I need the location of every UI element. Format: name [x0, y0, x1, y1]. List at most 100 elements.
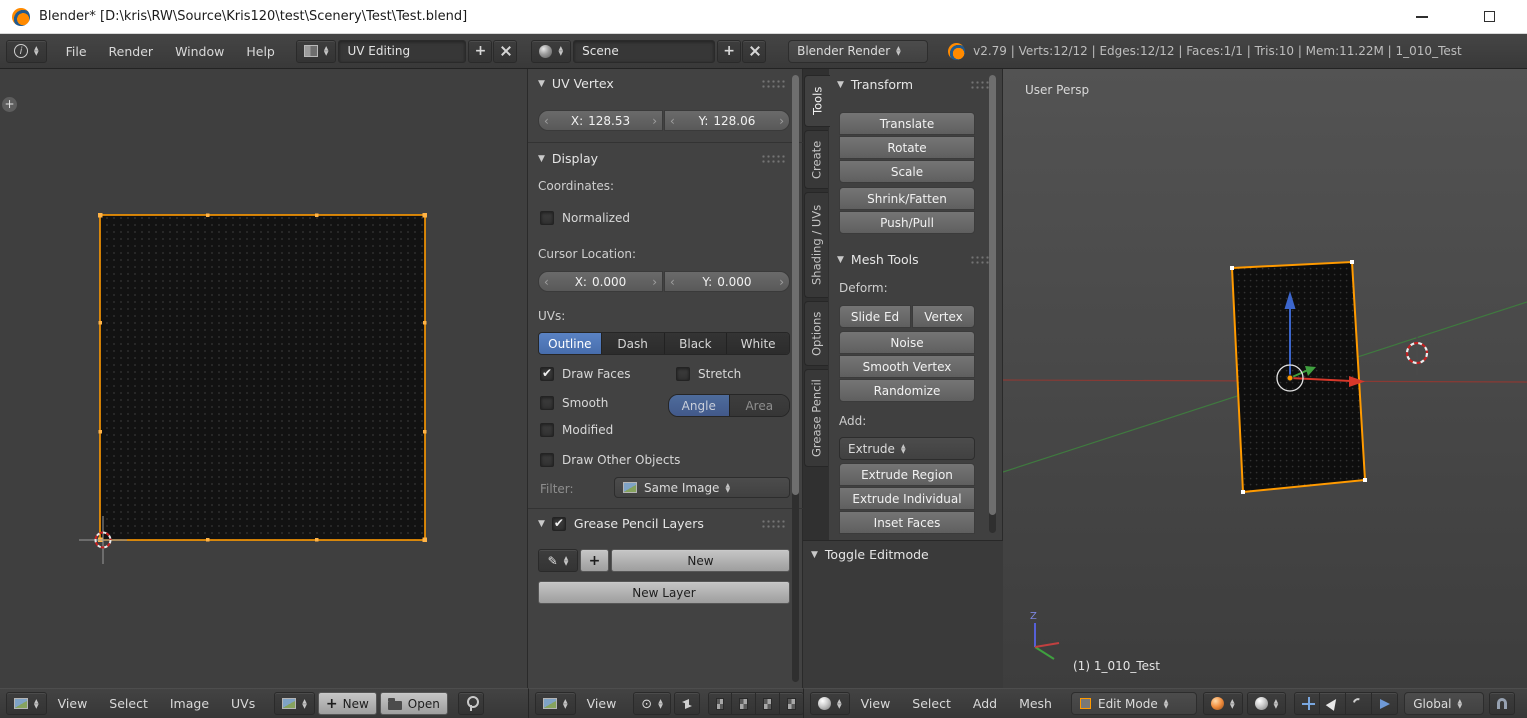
delete-screen-layout-button[interactable]	[493, 40, 517, 63]
menu-render[interactable]: Render	[98, 44, 165, 59]
uv-draw-mode-dash[interactable]: Dash	[602, 333, 665, 354]
image-open-button[interactable]: Open	[380, 692, 448, 715]
panel-header-toggle-editmode[interactable]: Toggle Editmode	[811, 547, 995, 562]
draw-other-objects-checkbox[interactable]	[540, 453, 554, 467]
proportional-edit-button[interactable]	[1247, 692, 1287, 715]
extrude-individual-button[interactable]: Extrude Individual	[839, 487, 975, 510]
panel-header-mesh-tools[interactable]: Mesh Tools	[837, 252, 995, 267]
editor-type-button[interactable]	[6, 40, 47, 63]
uv-select-vertex-button[interactable]	[708, 692, 732, 715]
pin-image-button[interactable]	[458, 692, 484, 715]
pivot-point-button[interactable]	[633, 692, 671, 715]
rotate-button[interactable]: Rotate	[839, 136, 975, 159]
panel-drag-dots-icon[interactable]	[761, 519, 786, 528]
panel-drag-dots-icon[interactable]	[761, 79, 786, 88]
uv-vertex-y-field[interactable]: Y: 128.06	[664, 110, 790, 131]
tab-tools[interactable]: Tools	[804, 75, 830, 127]
manipulator-translate-button[interactable]	[1320, 692, 1346, 715]
normalized-checkbox[interactable]	[540, 211, 554, 225]
viewport-shading-button[interactable]	[1203, 692, 1243, 715]
uv-menu-image[interactable]: Image	[159, 696, 220, 711]
maximize-button[interactable]	[1472, 0, 1506, 33]
uv-menu-view[interactable]: View	[47, 696, 99, 711]
uv-draw-mode-black[interactable]: Black	[665, 333, 728, 354]
tab-create[interactable]: Create	[804, 130, 828, 189]
modified-checkbox[interactable]	[540, 423, 554, 437]
tab-grease-pencil[interactable]: Grease Pencil	[804, 369, 828, 467]
draw-faces-checkbox[interactable]	[540, 367, 554, 381]
draw-other-objects-checkbox-row[interactable]: Draw Other Objects	[540, 453, 680, 467]
manipulator-toggle-button[interactable]	[1294, 692, 1320, 715]
uv-select-island-button[interactable]	[780, 692, 804, 715]
mode-dropdown[interactable]: Edit Mode	[1071, 692, 1197, 715]
normalized-checkbox-row[interactable]: Normalized	[540, 211, 630, 225]
randomize-button[interactable]: Randomize	[839, 379, 975, 402]
panel-header-transform[interactable]: Transform	[837, 77, 995, 92]
panel-header-grease-pencil-layers[interactable]: Grease Pencil Layers	[538, 516, 786, 531]
stretch-type-area[interactable]: Area	[730, 395, 790, 416]
smooth-checkbox[interactable]	[540, 396, 554, 410]
uv-select-face-button[interactable]	[756, 692, 780, 715]
manipulator-rotate-button[interactable]	[1346, 692, 1372, 715]
noise-button[interactable]: Noise	[839, 331, 975, 354]
snap-toggle-button[interactable]	[1489, 692, 1515, 715]
smooth-checkbox-row[interactable]: Smooth	[540, 396, 608, 410]
view3d-menu-mesh[interactable]: Mesh	[1008, 696, 1063, 711]
image-new-button[interactable]: New	[318, 692, 377, 715]
uv-vertex-x-field[interactable]: X: 128.53	[538, 110, 663, 131]
menu-help[interactable]: Help	[235, 44, 286, 59]
uv-image-editor-canvas[interactable]: +	[0, 69, 528, 688]
inset-faces-button[interactable]: Inset Faces	[839, 511, 975, 534]
grease-pencil-new-layer-button[interactable]: New Layer	[538, 581, 790, 604]
grease-pencil-checkbox[interactable]	[552, 517, 566, 531]
uv-menu-uvs[interactable]: UVs	[220, 696, 266, 711]
cursor-3d[interactable]	[1395, 331, 1439, 375]
scale-button[interactable]: Scale	[839, 160, 975, 183]
tab-shading-uvs[interactable]: Shading / UVs	[804, 192, 828, 298]
uv-sync-selection-button[interactable]	[674, 692, 700, 715]
screen-layout-browse-button[interactable]	[296, 40, 337, 63]
slide-edge-button[interactable]: Slide Ed	[839, 305, 911, 328]
add-screen-layout-button[interactable]	[468, 40, 492, 63]
orientation-dropdown[interactable]: Global	[1404, 692, 1484, 715]
stretch-checkbox[interactable]	[676, 367, 690, 381]
scrollbar-thumb[interactable]	[989, 75, 996, 515]
draw-faces-checkbox-row[interactable]: Draw Faces	[540, 367, 631, 381]
extrude-dropdown[interactable]: Extrude	[839, 437, 975, 460]
scene-name-field[interactable]: Scene	[573, 40, 715, 63]
grease-pencil-add-button[interactable]	[580, 549, 609, 572]
mid-menu-view[interactable]: View	[576, 696, 628, 711]
editor-type-button[interactable]	[535, 692, 576, 715]
uv-draw-mode-white[interactable]: White	[727, 333, 789, 354]
panel-drag-dots-icon[interactable]	[761, 154, 786, 163]
extrude-region-button[interactable]: Extrude Region	[839, 463, 975, 486]
view3d-menu-add[interactable]: Add	[962, 696, 1008, 711]
screen-layout-name-field[interactable]: UV Editing	[338, 40, 466, 63]
stretch-checkbox-row[interactable]: Stretch	[676, 367, 741, 381]
view3d-menu-select[interactable]: Select	[901, 696, 962, 711]
add-scene-button[interactable]	[717, 40, 741, 63]
scene-browse-button[interactable]	[531, 40, 571, 63]
translate-button[interactable]: Translate	[839, 112, 975, 135]
minimize-button[interactable]	[1405, 0, 1439, 33]
scrollbar-thumb[interactable]	[792, 75, 799, 495]
grease-pencil-new-button[interactable]: New	[611, 549, 790, 572]
stretch-type-angle[interactable]: Angle	[669, 395, 730, 416]
view3d-editor-type-button[interactable]	[810, 692, 850, 715]
slide-vertex-button[interactable]: Vertex	[912, 305, 975, 328]
manipulator-scale-button[interactable]	[1372, 692, 1398, 715]
cursor-x-field[interactable]: X: 0.000	[538, 271, 663, 292]
uv-face[interactable]	[100, 215, 425, 540]
panel-header-uv-vertex[interactable]: UV Vertex	[538, 76, 786, 91]
menu-file[interactable]: File	[55, 44, 98, 59]
menu-window[interactable]: Window	[164, 44, 235, 59]
panel-header-display[interactable]: Display	[538, 151, 786, 166]
viewport-3d[interactable]: User Persp	[1003, 69, 1527, 688]
shrink-fatten-button[interactable]: Shrink/Fatten	[839, 187, 975, 210]
uv-select-edge-button[interactable]	[732, 692, 756, 715]
smooth-vertex-button[interactable]: Smooth Vertex	[839, 355, 975, 378]
region-expand-handle[interactable]: +	[2, 97, 17, 112]
filter-image-dropdown[interactable]: Same Image	[614, 477, 790, 498]
uv-editor-type-button[interactable]	[6, 692, 47, 715]
uv-menu-select[interactable]: Select	[98, 696, 159, 711]
